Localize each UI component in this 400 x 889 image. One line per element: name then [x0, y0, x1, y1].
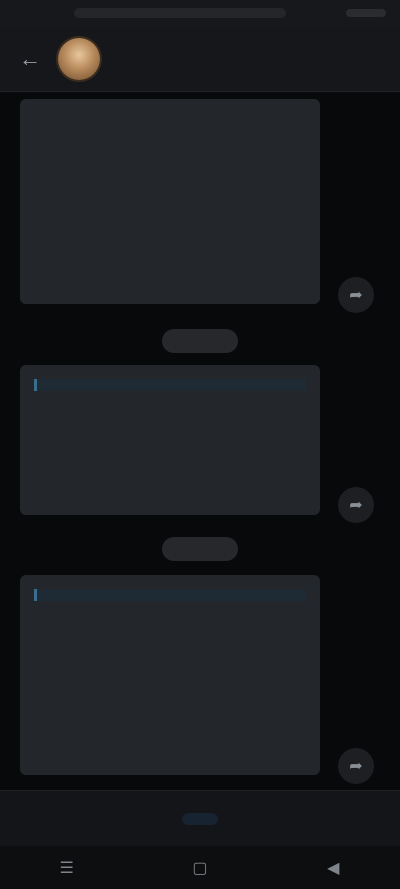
battery-icon [346, 9, 386, 17]
channel-screen: ← ➦ ➦ ➦ ☰ ▢ ◀ [0, 0, 400, 889]
avatar[interactable] [58, 37, 100, 80]
bottom-action-bar [0, 790, 400, 847]
back-icon[interactable]: ◀ [313, 858, 353, 878]
share-icon[interactable]: ➦ [338, 277, 374, 313]
back-arrow-icon[interactable]: ← [16, 45, 44, 73]
header-info[interactable] [116, 56, 384, 62]
home-icon[interactable]: ▢ [180, 858, 220, 878]
message-quote[interactable] [34, 379, 306, 391]
status-notification-area [74, 8, 286, 18]
share-icon[interactable]: ➦ [338, 487, 374, 523]
status-bar [0, 0, 400, 26]
message-bubble[interactable] [20, 365, 320, 515]
message-quote[interactable] [34, 589, 306, 601]
share-icon[interactable]: ➦ [338, 748, 374, 784]
system-nav-bar: ☰ ▢ ◀ [0, 846, 400, 889]
date-chip [162, 329, 238, 353]
date-chip [162, 537, 238, 561]
message-list[interactable]: ➦ ➦ ➦ [0, 93, 400, 790]
message-bubble[interactable] [20, 575, 320, 775]
mute-button[interactable] [182, 813, 218, 825]
menu-icon[interactable]: ☰ [47, 858, 87, 878]
message-bubble[interactable] [20, 99, 320, 304]
chat-header[interactable]: ← [0, 26, 400, 92]
